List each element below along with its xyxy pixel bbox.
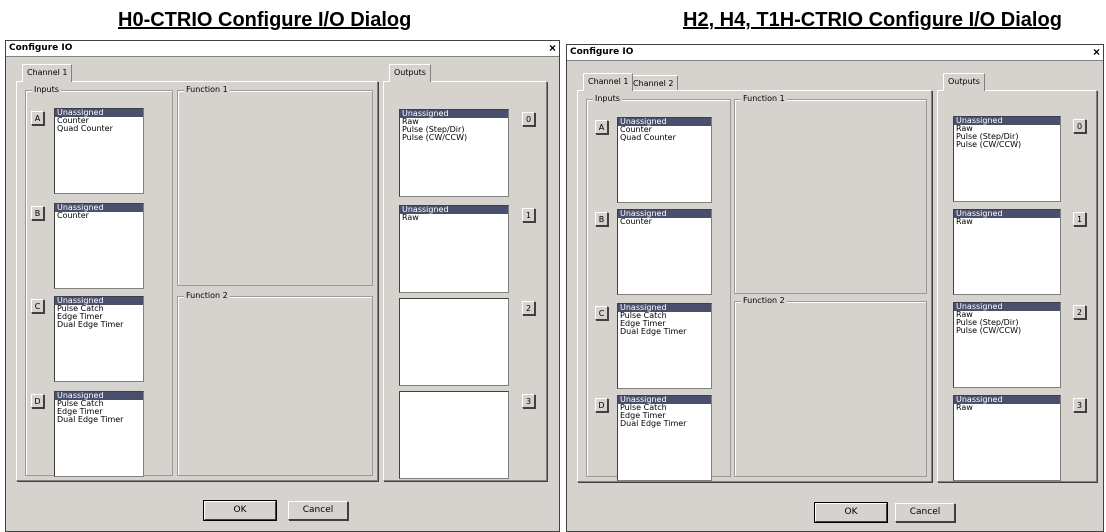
- input-a-button[interactable]: A: [31, 111, 44, 125]
- dialog-title: Configure IO: [9, 43, 73, 53]
- function1-label: Function 1: [184, 85, 230, 95]
- output-2-listbox[interactable]: [399, 298, 509, 386]
- tab-channel-1[interactable]: Channel 1: [583, 73, 634, 91]
- list-item[interactable]: Counter: [618, 218, 711, 226]
- input-b-listbox[interactable]: Unassigned Counter: [617, 209, 712, 295]
- input-d-listbox[interactable]: Unassigned Pulse Catch Edge Timer Dual Edge…: [54, 391, 144, 477]
- list-item[interactable]: Raw: [954, 404, 1060, 412]
- list-item[interactable]: Quad Counter: [618, 134, 711, 142]
- function1-group: Function 1: [177, 85, 373, 286]
- output-2-button[interactable]: 2: [522, 301, 535, 315]
- cancel-button[interactable]: Cancel: [288, 501, 348, 520]
- input-a-listbox[interactable]: Unassigned Counter Quad Counter: [54, 108, 144, 194]
- left-heading: H0-CTRIO Configure I/O Dialog: [118, 9, 412, 31]
- configure-io-dialog-left: Configure IO × Channel 1 Inputs Function…: [5, 40, 560, 532]
- list-item[interactable]: Dual Edge Timer: [55, 416, 143, 424]
- function1-label: Function 1: [741, 94, 787, 104]
- ok-button[interactable]: OK: [814, 502, 888, 523]
- tab-outputs[interactable]: Outputs: [389, 64, 431, 82]
- dialog-title: Configure IO: [570, 47, 634, 57]
- divider: [561, 40, 565, 532]
- list-item[interactable]: Dual Edge Timer: [618, 328, 711, 336]
- list-item[interactable]: Raw: [954, 218, 1060, 226]
- title-bar: Configure IO ×: [6, 41, 559, 57]
- input-c-button[interactable]: C: [595, 306, 608, 320]
- output-0-button[interactable]: 0: [522, 112, 535, 126]
- ok-button[interactable]: OK: [203, 500, 277, 521]
- close-icon[interactable]: ×: [1093, 45, 1100, 59]
- right-heading: H2, H4, T1H-CTRIO Configure I/O Dialog: [683, 9, 1062, 31]
- list-item[interactable]: Dual Edge Timer: [55, 321, 143, 329]
- function2-group: Function 2: [734, 296, 927, 477]
- configure-io-dialog-right: Configure IO × Channel 1 Channel 2 Input…: [566, 44, 1104, 532]
- title-bar: Configure IO ×: [567, 45, 1103, 61]
- list-item[interactable]: Dual Edge Timer: [618, 420, 711, 428]
- function1-group: Function 1: [734, 94, 927, 294]
- list-item[interactable]: Quad Counter: [55, 125, 143, 133]
- output-1-listbox[interactable]: Unassigned Raw: [399, 205, 509, 293]
- output-0-listbox[interactable]: Unassigned Raw Pulse (Step/Dir) Pulse (CW/C…: [953, 116, 1061, 202]
- output-1-button[interactable]: 1: [1073, 212, 1086, 226]
- output-3-button[interactable]: 3: [1073, 398, 1086, 412]
- input-b-button[interactable]: B: [31, 206, 44, 220]
- input-a-button[interactable]: A: [595, 120, 608, 134]
- function2-group: Function 2: [177, 291, 373, 476]
- input-d-listbox[interactable]: Unassigned Pulse Catch Edge Timer Dual Edge…: [617, 395, 712, 481]
- input-b-listbox[interactable]: Unassigned Counter: [54, 203, 144, 289]
- close-icon[interactable]: ×: [549, 41, 556, 55]
- input-c-button[interactable]: C: [31, 299, 44, 313]
- output-0-listbox[interactable]: Unassigned Raw Pulse (Step/Dir) Pulse (CW/C…: [399, 109, 509, 197]
- output-3-listbox[interactable]: Unassigned Raw: [953, 395, 1061, 481]
- input-b-button[interactable]: B: [595, 212, 608, 226]
- list-item[interactable]: Raw: [400, 214, 508, 222]
- inputs-group-label: Inputs: [32, 85, 61, 95]
- output-3-listbox[interactable]: [399, 391, 509, 479]
- cancel-button[interactable]: Cancel: [895, 503, 955, 522]
- input-c-listbox[interactable]: Unassigned Pulse Catch Edge Timer Dual Edge…: [54, 296, 144, 382]
- output-1-button[interactable]: 1: [522, 208, 535, 222]
- function2-label: Function 2: [184, 291, 230, 301]
- tab-outputs[interactable]: Outputs: [943, 73, 985, 91]
- function2-label: Function 2: [741, 296, 787, 306]
- input-c-listbox[interactable]: Unassigned Pulse Catch Edge Timer Dual Edge…: [617, 303, 712, 389]
- list-item[interactable]: Pulse (CW/CCW): [954, 141, 1060, 149]
- output-2-button[interactable]: 2: [1073, 305, 1086, 319]
- input-d-button[interactable]: D: [31, 394, 44, 408]
- tab-channel-2[interactable]: Channel 2: [628, 75, 679, 91]
- list-item[interactable]: Counter: [55, 212, 143, 220]
- output-3-button[interactable]: 3: [522, 394, 535, 408]
- input-d-button[interactable]: D: [595, 398, 608, 412]
- output-0-button[interactable]: 0: [1073, 119, 1086, 133]
- output-1-listbox[interactable]: Unassigned Raw: [953, 209, 1061, 295]
- inputs-group-label: Inputs: [593, 94, 622, 104]
- list-item[interactable]: Pulse (CW/CCW): [954, 327, 1060, 335]
- list-item[interactable]: Pulse (CW/CCW): [400, 134, 508, 142]
- tab-channel-1[interactable]: Channel 1: [22, 64, 73, 82]
- input-a-listbox[interactable]: Unassigned Counter Quad Counter: [617, 117, 712, 203]
- output-2-listbox[interactable]: Unassigned Raw Pulse (Step/Dir) Pulse (CW/C…: [953, 302, 1061, 388]
